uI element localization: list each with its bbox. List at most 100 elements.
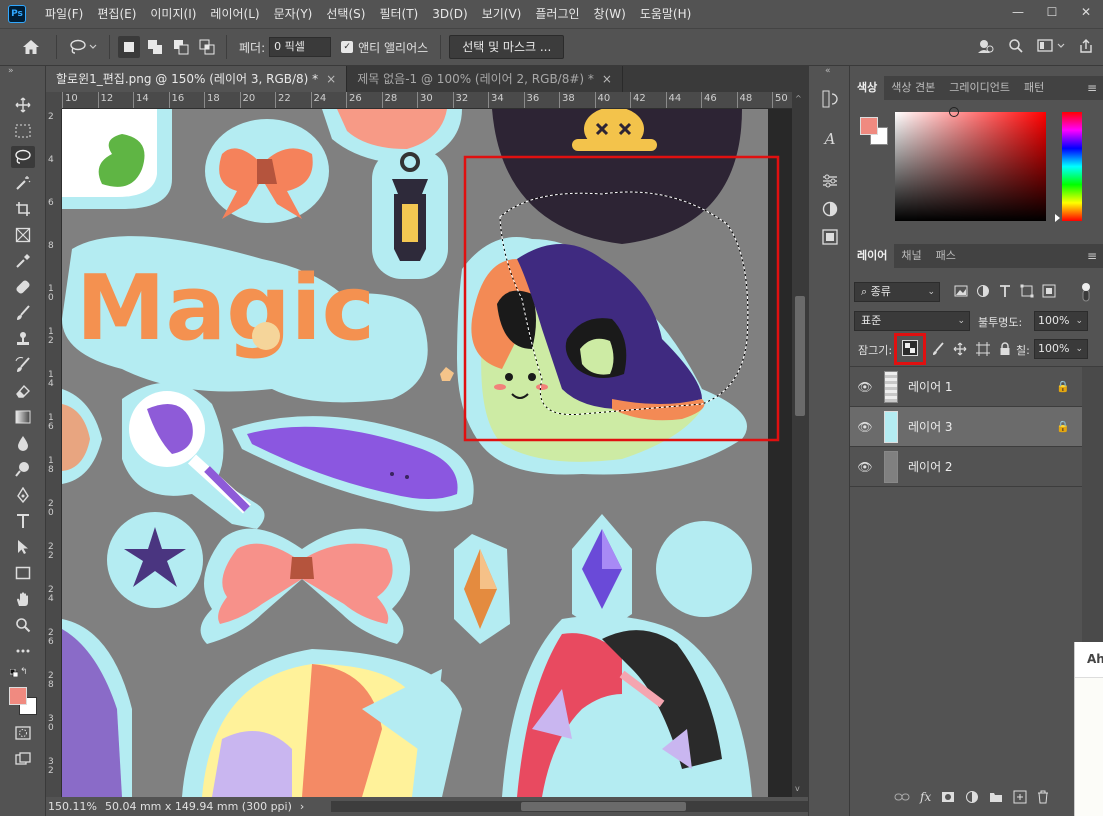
blur-tool-icon[interactable] <box>11 432 35 454</box>
tab-patterns[interactable]: 패턴 <box>1017 76 1051 100</box>
hue-slider-handle[interactable] <box>1055 214 1060 222</box>
menu-window[interactable]: 창(W) <box>587 0 633 28</box>
new-group-icon[interactable] <box>989 791 1003 803</box>
dodge-tool-icon[interactable] <box>11 458 35 480</box>
close-tab-icon[interactable]: × <box>326 72 336 86</box>
history-panel-icon[interactable] <box>818 88 842 110</box>
new-adjustment-layer-icon[interactable] <box>965 790 979 804</box>
color-wheel-panel-icon[interactable] <box>818 198 842 220</box>
collapse-icon[interactable]: » <box>8 66 14 76</box>
close-tab-icon[interactable]: × <box>602 72 612 86</box>
zoom-level[interactable]: 150.11% <box>48 800 97 813</box>
character-panel-icon[interactable]: A <box>818 128 842 150</box>
screen-mode-icon[interactable] <box>11 748 35 770</box>
antialias-checkbox[interactable]: ✓ <box>341 41 354 53</box>
canvas-artwork[interactable]: Magic <box>62 109 792 797</box>
healing-brush-tool-icon[interactable] <box>11 276 35 298</box>
type-filter-icon[interactable] <box>998 284 1012 298</box>
menu-select[interactable]: 선택(S) <box>319 0 372 28</box>
menu-filter[interactable]: 필터(T) <box>372 0 425 28</box>
color-picker-handle[interactable] <box>949 107 959 117</box>
quick-mask-icon[interactable] <box>11 722 35 744</box>
share-icon[interactable] <box>1075 35 1097 57</box>
new-selection-icon[interactable] <box>118 36 140 58</box>
horizontal-scrollbar[interactable] <box>331 801 831 812</box>
layer-row[interactable]: 👁 레이어 2 <box>850 447 1082 487</box>
color-field[interactable] <box>895 112 1046 221</box>
panel-menu-icon[interactable]: ≡ <box>1087 249 1097 263</box>
more-tools-icon[interactable] <box>11 640 35 662</box>
vertical-scrollbar[interactable]: ^ v <box>792 92 808 797</box>
type-tool-icon[interactable] <box>11 510 35 532</box>
tab-layers[interactable]: 레이어 <box>850 244 895 268</box>
layer-style-icon[interactable]: fx <box>920 790 931 804</box>
libraries-panel-icon[interactable] <box>818 226 842 248</box>
tab-gradients[interactable]: 그레이디언트 <box>942 76 1017 100</box>
lasso-tool-icon[interactable] <box>11 146 35 168</box>
visibility-eye-icon[interactable]: 👁 <box>850 460 880 474</box>
magic-wand-tool-icon[interactable] <box>11 172 35 194</box>
rectangle-tool-icon[interactable] <box>11 562 35 584</box>
home-icon[interactable] <box>20 36 42 58</box>
brush-tool-icon[interactable] <box>11 302 35 324</box>
menu-edit[interactable]: 편집(E) <box>90 0 143 28</box>
minimize-button[interactable]: — <box>1001 0 1035 24</box>
swap-colors-icon[interactable]: ↰ <box>20 667 28 677</box>
smart-object-filter-icon[interactable] <box>1042 284 1056 298</box>
path-selection-tool-icon[interactable] <box>11 536 35 558</box>
menu-plugins[interactable]: 플러그인 <box>528 0 586 28</box>
tab-channels[interactable]: 채널 <box>894 244 928 268</box>
maximize-button[interactable]: ☐ <box>1035 0 1069 24</box>
lock-transparent-pixels-icon[interactable] <box>902 340 918 356</box>
link-layers-icon[interactable] <box>894 791 910 803</box>
menu-file[interactable]: 파일(F) <box>38 0 90 28</box>
lasso-preset-icon[interactable] <box>65 36 101 58</box>
marquee-tool-icon[interactable] <box>11 120 35 142</box>
crop-tool-icon[interactable] <box>11 198 35 220</box>
layer-name[interactable]: 레이어 1 <box>908 378 1056 395</box>
hue-slider[interactable] <box>1062 112 1082 221</box>
eyedropper-tool-icon[interactable] <box>11 250 35 272</box>
add-selection-icon[interactable] <box>144 36 166 58</box>
menu-layer[interactable]: 레이어(L) <box>203 0 266 28</box>
floating-window[interactable]: Ah <box>1074 642 1103 816</box>
foreground-color-swatch[interactable] <box>9 687 27 705</box>
delete-layer-icon[interactable] <box>1037 790 1049 804</box>
zoom-tool-icon[interactable] <box>11 614 35 636</box>
adjustments-panel-icon[interactable] <box>818 170 842 192</box>
lock-image-pixels-icon[interactable] <box>932 342 944 356</box>
history-brush-tool-icon[interactable] <box>11 354 35 376</box>
clone-stamp-tool-icon[interactable] <box>11 328 35 350</box>
antialias-control[interactable]: ✓ 앤티 앨리어스 <box>341 39 428 56</box>
add-mask-icon[interactable] <box>941 791 955 803</box>
shape-filter-icon[interactable] <box>1020 284 1034 298</box>
layer-row[interactable]: 👁 레이어 1 🔒 <box>850 367 1082 407</box>
expand-panels-icon[interactable]: « <box>825 66 831 76</box>
menu-view[interactable]: 보기(V) <box>475 0 529 28</box>
user-icon[interactable] <box>975 35 997 57</box>
lock-artboard-icon[interactable] <box>976 342 990 356</box>
visibility-eye-icon[interactable]: 👁 <box>850 420 880 434</box>
opacity-input[interactable]: 100% ⌄ <box>1034 311 1088 331</box>
tab-paths[interactable]: 패스 <box>929 244 963 268</box>
status-menu-icon[interactable]: › <box>300 800 304 813</box>
menu-help[interactable]: 도움말(H) <box>633 0 699 28</box>
gradient-tool-icon[interactable] <box>11 406 35 428</box>
search-icon[interactable] <box>1005 35 1027 57</box>
workspace-icon[interactable] <box>1035 35 1069 57</box>
image-filter-icon[interactable] <box>954 284 968 298</box>
select-and-mask-button[interactable]: 선택 및 마스크 ... <box>449 35 565 59</box>
visibility-eye-icon[interactable]: 👁 <box>850 380 880 394</box>
frame-tool-icon[interactable] <box>11 224 35 246</box>
move-tool-icon[interactable] <box>11 94 35 116</box>
filter-toggle[interactable] <box>1080 282 1092 302</box>
new-layer-icon[interactable] <box>1013 790 1027 804</box>
tab-swatches[interactable]: 색상 견본 <box>884 76 942 100</box>
horizontal-scroll-thumb[interactable] <box>521 802 686 811</box>
default-colors-icon[interactable] <box>9 666 19 678</box>
tab-color[interactable]: 색상 <box>850 76 885 100</box>
layer-row[interactable]: 👁 레이어 3 🔒 <box>850 407 1082 447</box>
subtract-selection-icon[interactable] <box>170 36 192 58</box>
hand-tool-icon[interactable] <box>11 588 35 610</box>
feather-input[interactable]: 0 픽셀 <box>269 37 332 57</box>
